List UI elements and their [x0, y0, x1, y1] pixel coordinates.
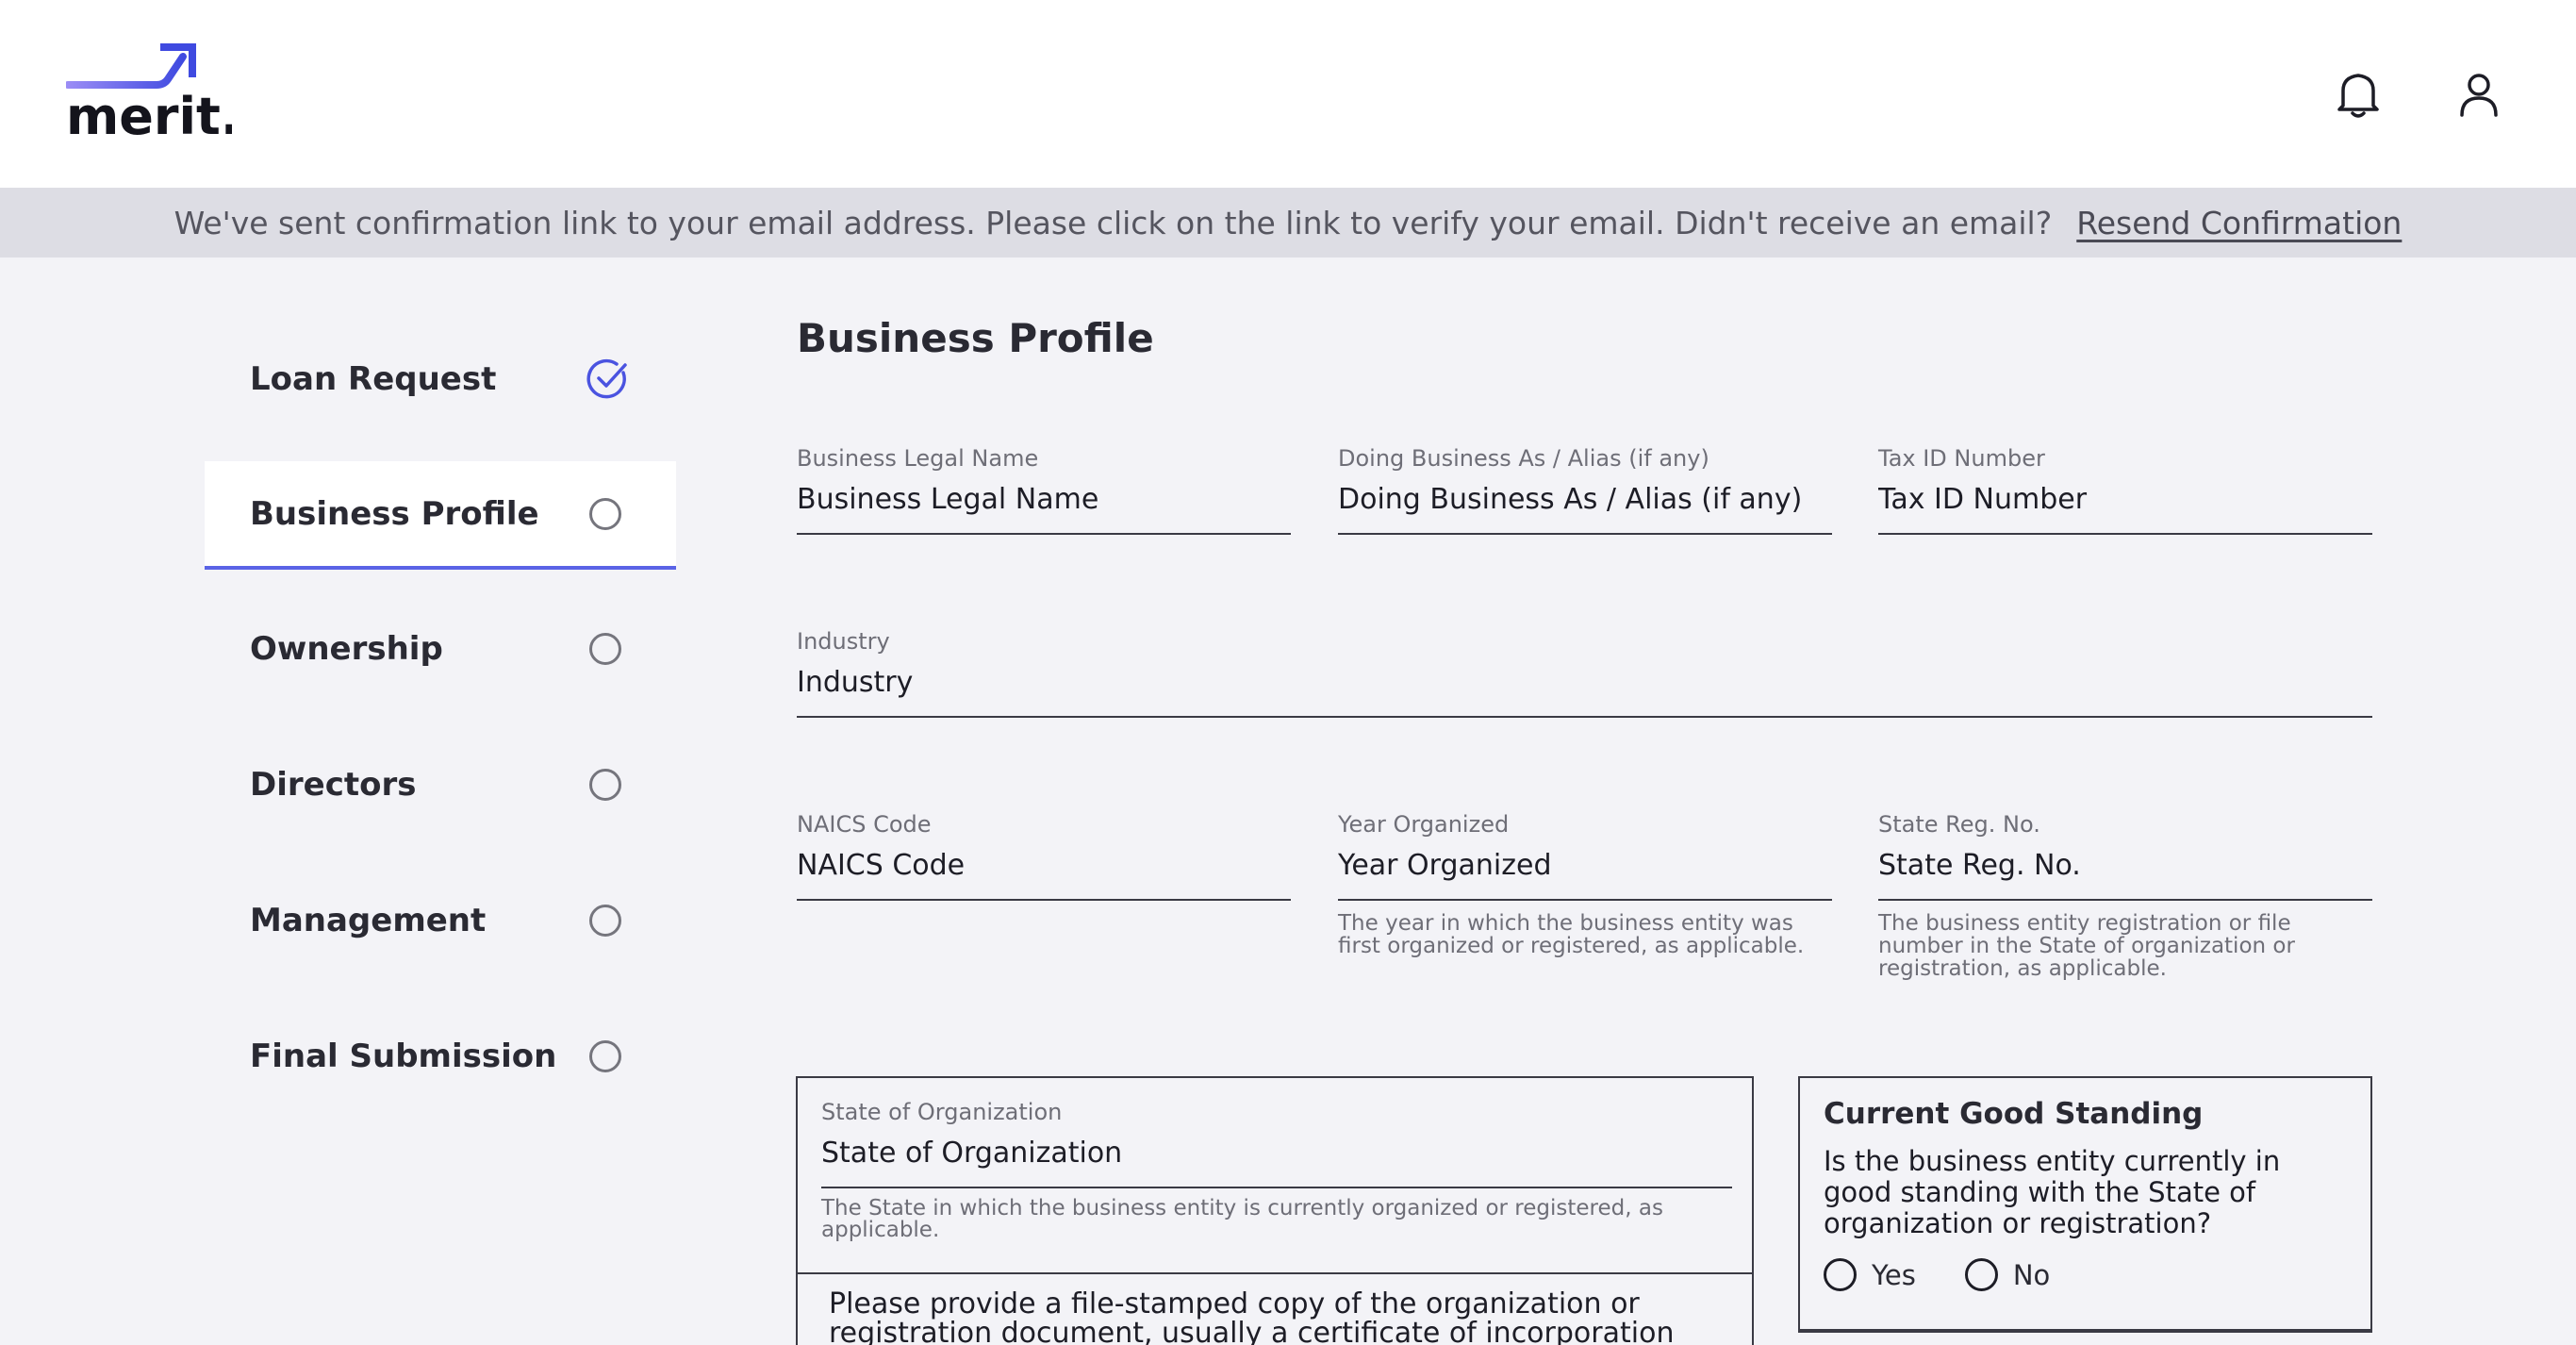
good-standing-no-radio[interactable]: No [1964, 1258, 2051, 1291]
sidebar-item-label: Management [250, 901, 487, 939]
tax-id-input[interactable] [1878, 483, 2372, 535]
dba-input[interactable] [1338, 483, 1832, 535]
radio-circle[interactable] [1824, 1258, 1857, 1291]
sidebar-item-label: Business Profile [250, 494, 539, 533]
sidebar-item-ownership[interactable]: Ownership [205, 594, 676, 703]
check-circle-icon [586, 358, 627, 398]
page-title: Business Profile [797, 315, 1154, 361]
field-label: Doing Business As / Alias (if any) [1338, 445, 1709, 472]
document-upload-box: Please provide a file-stamped copy of th… [796, 1272, 1754, 1345]
merit-logo[interactable]: merit. [66, 43, 232, 138]
naics-code-field: NAICS Code [797, 811, 1291, 901]
radio-label: Yes [1872, 1258, 1916, 1291]
empty-circle-icon [587, 767, 623, 803]
top-header: merit. [0, 0, 2576, 188]
sidebar-item-label: Directors [250, 765, 417, 804]
business-legal-name-input[interactable] [797, 483, 1291, 535]
email-confirmation-banner: We've sent confirmation link to your ema… [0, 188, 2576, 257]
tax-id-field: Tax ID Number [1878, 445, 2372, 535]
good-standing-yes-radio[interactable]: Yes [1824, 1258, 1916, 1291]
field-help-text: The State in which the business entity i… [821, 1196, 1663, 1242]
state-reg-no-field: State Reg. No. The business entity regis… [1878, 811, 2372, 980]
user-icon[interactable] [2450, 66, 2508, 125]
svg-text:merit.: merit. [66, 87, 232, 138]
banner-message: We've sent confirmation link to your ema… [173, 204, 2053, 241]
dba-field: Doing Business As / Alias (if any) [1338, 445, 1832, 535]
state-of-organization-input[interactable] [821, 1137, 1732, 1188]
naics-code-input[interactable] [797, 849, 1291, 901]
field-label: NAICS Code [797, 811, 932, 838]
good-standing-title: Current Good Standing [1824, 1097, 2204, 1131]
business-legal-name-field: Business Legal Name [797, 445, 1291, 535]
box-divider [1798, 1329, 2372, 1331]
good-standing-options: Yes No [1824, 1258, 2352, 1291]
year-organized-field: Year Organized The year in which the bus… [1338, 811, 1832, 957]
field-help-text: The year in which the business entity wa… [1338, 911, 1805, 958]
radio-circle[interactable] [1964, 1258, 1998, 1291]
empty-circle-icon [587, 903, 623, 938]
sidebar-item-label: Ownership [250, 629, 443, 668]
field-label: State Reg. No. [1878, 811, 2040, 838]
sidebar-item-directors[interactable]: Directors [205, 730, 676, 839]
sidebar-item-business-profile[interactable]: Business Profile [205, 461, 676, 570]
field-label: Tax ID Number [1878, 445, 2045, 472]
field-label: State of Organization [821, 1099, 1063, 1125]
field-label: Industry [797, 628, 890, 655]
upload-instructions: Please provide a file-stamped copy of th… [829, 1287, 1675, 1345]
empty-circle-icon [587, 1038, 623, 1074]
empty-circle-icon [587, 631, 623, 667]
good-standing-box: Current Good Standing Is the business en… [1798, 1076, 2372, 1333]
year-organized-input[interactable] [1338, 849, 1832, 901]
sidebar-item-final-submission[interactable]: Final Submission [205, 1002, 676, 1110]
radio-label: No [2012, 1258, 2051, 1291]
good-standing-question: Is the business entity currently in good… [1824, 1145, 2281, 1239]
state-of-organization-field: State of Organization The State in which… [821, 1099, 1732, 1241]
sidebar-item-label: Loan Request [250, 359, 497, 398]
field-help-text: The business entity registration or file… [1878, 911, 2295, 981]
empty-circle-icon [587, 496, 623, 532]
industry-input[interactable] [797, 666, 2372, 718]
field-label: Year Organized [1338, 811, 1510, 838]
bell-icon[interactable] [2329, 66, 2387, 125]
field-label: Business Legal Name [797, 445, 1039, 472]
resend-confirmation-link[interactable]: Resend Confirmation [2076, 205, 2402, 241]
sidebar-item-label: Final Submission [250, 1037, 557, 1075]
sidebar-item-loan-request[interactable]: Loan Request [205, 324, 676, 433]
sidebar-item-management[interactable]: Management [205, 866, 676, 974]
state-reg-no-input[interactable] [1878, 849, 2372, 901]
state-of-organization-box: State of Organization The State in which… [796, 1076, 1754, 1275]
industry-field: Industry [797, 628, 2372, 718]
